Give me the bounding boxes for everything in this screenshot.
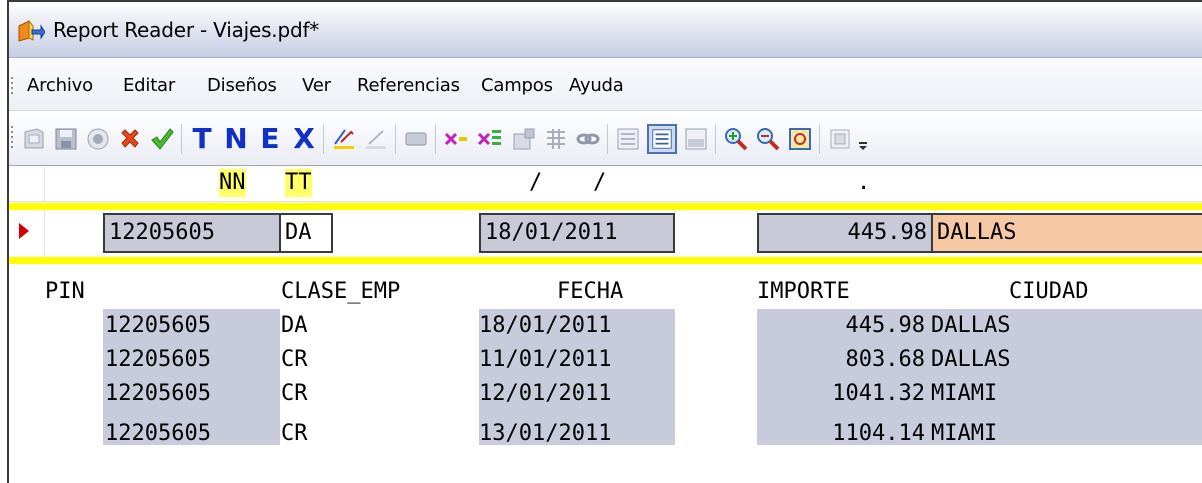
cell-ciudad: DALLAS [931,347,1011,372]
fit-page-icon[interactable] [785,124,815,154]
cell-importe: 1041.32 [832,381,925,406]
toolbar-separator [395,124,396,154]
menu-campos[interactable]: Campos [481,75,553,96]
report-text: PIN CLASE_EMP FECHA IMPORTE CIUDAD 12205… [9,267,1202,483]
toolbar-separator [323,124,324,154]
menu-archivo[interactable]: Archivo [27,75,93,96]
cell-fecha: 12/01/2011 [479,381,612,406]
field-block-icon[interactable] [401,124,431,154]
zoom-out-icon[interactable] [753,124,783,154]
view-details-icon[interactable] [647,124,677,154]
toolbar-separator [181,124,182,154]
cell-importe: 803.68 [845,347,925,372]
field-fecha[interactable]: 18/01/2011 [479,213,675,253]
link-icon[interactable] [573,124,603,154]
record-icon[interactable] [83,124,113,154]
title-bar[interactable]: Report Reader - Viajes.pdf* [9,2,1202,58]
cell-pin: 12205605 [105,381,211,406]
menu-disenos[interactable]: Diseños [207,75,277,96]
cell-pin: 12205605 [105,421,211,446]
cell-importe: 445.98 [845,313,925,338]
field-clase[interactable]: DA [281,213,333,253]
cell-clase: CR [281,347,308,372]
cell-pin: 12205605 [105,347,211,372]
field-importe[interactable]: 445.98 [757,213,933,253]
extracted-record-row[interactable]: 12205605 DA 18/01/2011 445.98 DALLAS [9,209,1202,256]
toolbar-grip[interactable] [11,126,15,148]
toolbar-separator [819,124,820,154]
app-window: Report Reader - Viajes.pdf* Archivo Edit… [7,0,1202,483]
properties-icon[interactable] [509,124,539,154]
edit-field-icon[interactable]: E [255,124,285,154]
menu-ver[interactable]: Ver [302,75,331,96]
current-row-arrow-icon [19,223,29,239]
toolbar-overflow-icon[interactable] [855,124,871,154]
trap-disabled-icon[interactable] [361,124,391,154]
toolbar-separator [607,124,608,154]
toolbar-separator [715,124,716,154]
window-title: Report Reader - Viajes.pdf* [53,18,320,42]
toolbar: T N E X [9,112,1202,166]
column-header-ciudad: CIUDAD [1009,279,1089,304]
menu-editar[interactable]: Editar [123,75,175,96]
column-header-fecha: FECHA [557,279,624,304]
menu-referencias[interactable]: Referencias [357,75,460,96]
numeric-field-icon[interactable]: N [221,124,251,154]
cell-fecha: 11/01/2011 [479,347,612,372]
delete-field-icon[interactable]: X [289,124,319,154]
view-list-icon[interactable] [613,124,643,154]
field-ciudad[interactable]: DALLAS [931,213,1202,253]
field-pin[interactable]: 12205605 [103,213,281,253]
save-icon[interactable] [51,124,81,154]
menu-bar: Archivo Editar Diseños Ver Referencias C… [9,59,1202,111]
zoom-in-icon[interactable] [721,124,751,154]
mask-template-row[interactable]: NN TT / / . [9,167,1202,202]
mask-numeric-token[interactable]: NN [219,169,246,197]
column-header-clase: CLASE_EMP [281,279,401,304]
selection-bottom-line [9,257,1202,264]
column-header-pin: PIN [45,279,85,304]
cell-clase: DA [281,313,308,338]
check-icon[interactable] [147,124,177,154]
column-header-importe: IMPORTE [757,279,850,304]
cell-fecha: 18/01/2011 [479,313,612,338]
cell-importe: 1104.14 [832,421,925,446]
view-split-icon[interactable] [681,124,711,154]
mask-text-token[interactable]: TT [285,169,312,197]
cancel-icon[interactable] [115,124,145,154]
print-preview-icon[interactable] [825,124,855,154]
menu-ayuda[interactable]: Ayuda [569,75,624,96]
cell-ciudad: DALLAS [931,313,1011,338]
cell-ciudad: MIAMI [931,421,998,446]
columns-icon[interactable] [541,124,571,154]
cell-clase: CR [281,381,308,406]
menu-grip[interactable] [11,77,15,94]
remove-fields-icon[interactable] [475,124,505,154]
cell-clase: CR [281,421,308,446]
open-icon[interactable] [19,124,49,154]
mask-slash: / [593,170,607,195]
report-reader-app-icon [17,18,46,44]
report-view[interactable]: NN TT / / . 12205605 DA 18/01/2011 445.9… [9,167,1202,483]
cell-fecha: 13/01/2011 [479,421,612,446]
cell-ciudad: MIAMI [931,381,998,406]
trap-icon[interactable] [329,124,359,154]
text-field-icon[interactable]: T [187,124,217,154]
mask-slash: / [529,170,543,195]
cell-pin: 12205605 [105,313,211,338]
remove-field-icon[interactable] [441,124,471,154]
toolbar-separator [435,124,436,154]
mask-dot: . [857,170,871,195]
